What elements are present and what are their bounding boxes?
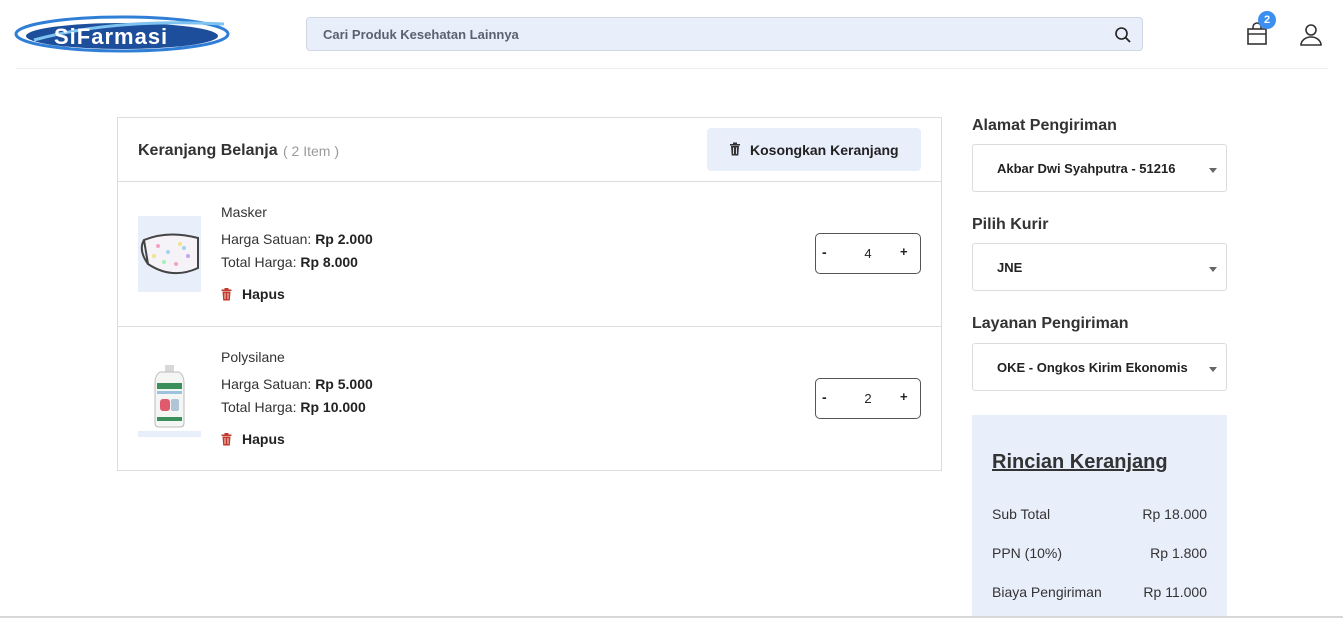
increase-qty-button[interactable]: + bbox=[900, 244, 910, 259]
address-value: Akbar Dwi Syahputra - 51216 bbox=[997, 161, 1176, 176]
cart-header: Keranjang Belanja ( 2 Item ) Kosongkan K… bbox=[118, 118, 941, 182]
top-navbar: SiFarmasi Cari Produk Kesehatan Lainnya … bbox=[0, 0, 1343, 68]
courier-value: JNE bbox=[997, 260, 1023, 275]
unit-price-value: Rp 5.000 bbox=[315, 376, 373, 392]
caret-down-icon bbox=[1209, 267, 1217, 272]
summary-value: Rp 1.800 bbox=[1150, 545, 1207, 561]
trash-icon bbox=[729, 142, 741, 156]
courier-label: Pilih Kurir bbox=[972, 216, 1049, 233]
unit-price-label: Harga Satuan: bbox=[221, 376, 312, 392]
header-divider bbox=[16, 68, 1328, 69]
quantity-value[interactable]: 2 bbox=[852, 391, 884, 406]
total-price-label: Total Harga: bbox=[221, 399, 297, 415]
increase-qty-button[interactable]: + bbox=[900, 389, 910, 404]
product-name: Polysilane bbox=[221, 349, 285, 365]
courier-select[interactable]: JNE bbox=[972, 243, 1227, 291]
cart-title: Keranjang Belanja bbox=[138, 142, 278, 159]
summary-label: PPN (10%) bbox=[992, 545, 1063, 561]
cart-item-count: ( 2 Item ) bbox=[283, 143, 340, 159]
product-name: Masker bbox=[221, 204, 267, 220]
summary-label: Sub Total bbox=[992, 506, 1051, 522]
total-price-label: Total Harga: bbox=[221, 254, 297, 270]
cart-summary-panel: Rincian Keranjang Sub Total Rp 18.000 PP… bbox=[972, 415, 1227, 618]
user-account-icon[interactable] bbox=[1299, 22, 1323, 46]
quantity-value[interactable]: 4 bbox=[852, 246, 884, 261]
address-label: Alamat Pengiriman bbox=[972, 117, 1117, 134]
service-value: OKE - Ongkos Kirim Ekonomis bbox=[997, 360, 1188, 375]
unit-price-line: Harga Satuan: Rp 5.000 bbox=[221, 376, 373, 392]
cart-item: Masker Harga Satuan: Rp 2.000 Total Harg… bbox=[118, 182, 941, 327]
search-icon[interactable] bbox=[1114, 26, 1132, 44]
product-image-masker[interactable] bbox=[138, 216, 201, 292]
cart-count-badge: 2 bbox=[1258, 11, 1276, 29]
summary-value: Rp 11.000 bbox=[1143, 584, 1207, 600]
remove-label: Hapus bbox=[242, 286, 285, 302]
empty-cart-label: Kosongkan Keranjang bbox=[750, 142, 899, 158]
summary-value: Rp 18.000 bbox=[1142, 506, 1207, 522]
caret-down-icon bbox=[1209, 168, 1217, 173]
total-price-line: Total Harga: Rp 8.000 bbox=[221, 254, 358, 270]
search-input[interactable]: Cari Produk Kesehatan Lainnya bbox=[323, 27, 519, 42]
quantity-stepper[interactable]: - 4 + bbox=[815, 233, 921, 274]
caret-down-icon bbox=[1209, 367, 1217, 372]
total-price-line: Total Harga: Rp 10.000 bbox=[221, 399, 366, 415]
cart-item: Polysilane Harga Satuan: Rp 5.000 Total … bbox=[118, 327, 941, 472]
trash-icon bbox=[221, 288, 232, 301]
unit-price-line: Harga Satuan: Rp 2.000 bbox=[221, 231, 373, 247]
svg-text:SiFarmasi: SiFarmasi bbox=[54, 24, 168, 49]
search-bar[interactable]: Cari Produk Kesehatan Lainnya bbox=[306, 17, 1143, 51]
address-select[interactable]: Akbar Dwi Syahputra - 51216 bbox=[972, 144, 1227, 192]
empty-cart-button[interactable]: Kosongkan Keranjang bbox=[707, 128, 921, 171]
total-price-value: Rp 10.000 bbox=[300, 399, 366, 415]
summary-title: Rincian Keranjang bbox=[992, 451, 1168, 473]
trash-icon bbox=[221, 433, 232, 446]
product-image-polysilane[interactable] bbox=[138, 361, 201, 437]
sifarmasi-logo[interactable]: SiFarmasi bbox=[14, 14, 230, 54]
decrease-qty-button[interactable]: - bbox=[822, 244, 832, 260]
service-label: Layanan Pengiriman bbox=[972, 315, 1129, 332]
summary-label: Biaya Pengiriman bbox=[992, 584, 1102, 600]
unit-price-label: Harga Satuan: bbox=[221, 231, 312, 247]
decrease-qty-button[interactable]: - bbox=[822, 389, 832, 405]
quantity-stepper[interactable]: - 2 + bbox=[815, 378, 921, 419]
service-select[interactable]: OKE - Ongkos Kirim Ekonomis bbox=[972, 343, 1227, 391]
remove-label: Hapus bbox=[242, 431, 285, 447]
shopping-cart-panel: Keranjang Belanja ( 2 Item ) Kosongkan K… bbox=[117, 117, 942, 471]
unit-price-value: Rp 2.000 bbox=[315, 231, 373, 247]
total-price-value: Rp 8.000 bbox=[300, 254, 358, 270]
